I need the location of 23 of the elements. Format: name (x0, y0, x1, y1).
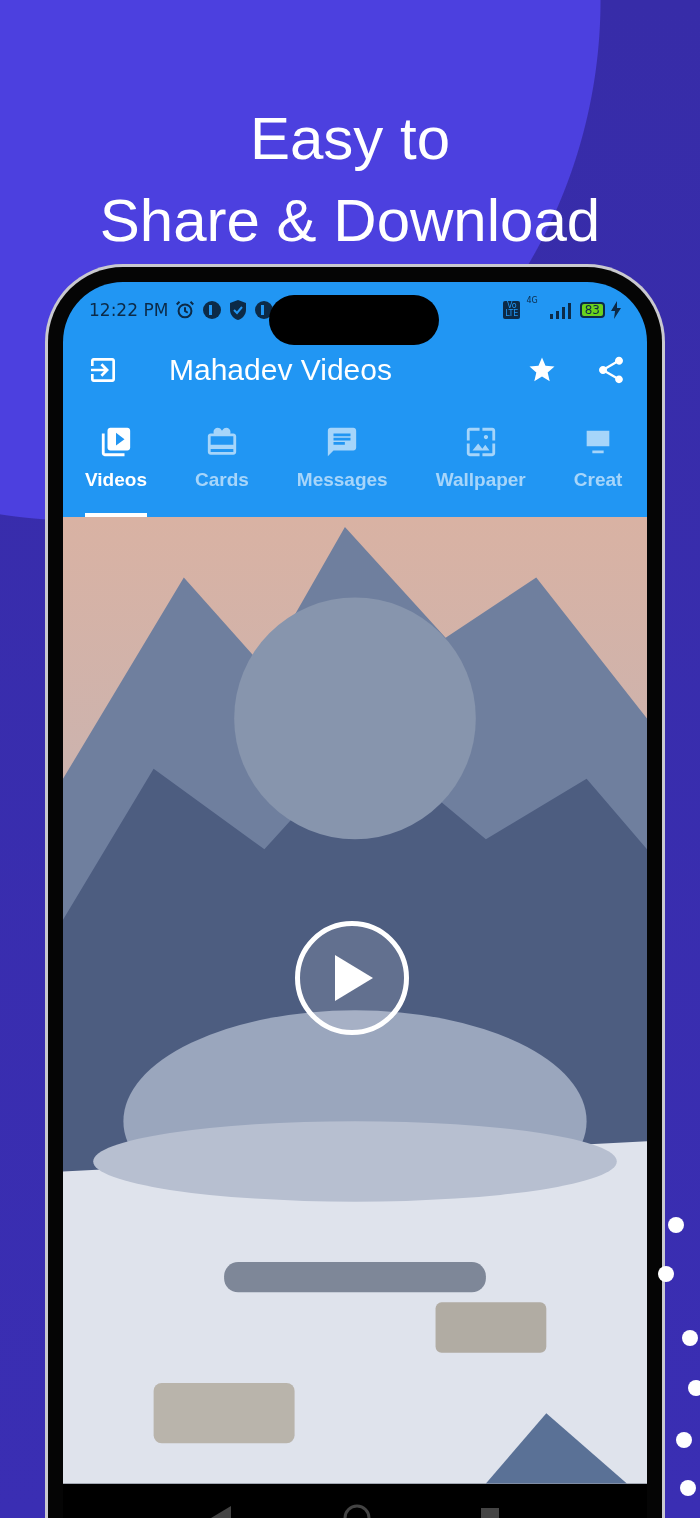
decor-dot (658, 1266, 674, 1282)
status-time: 12:22 PM (89, 299, 169, 320)
decor-dot (668, 1217, 684, 1233)
alarm-icon (174, 298, 197, 321)
back-icon[interactable] (211, 1504, 233, 1518)
app-title: Mahadev Videos (169, 352, 393, 387)
volte-badge: Vo LTE (503, 300, 521, 319)
shield-check-icon (228, 298, 249, 321)
headline-text: Easy to (249, 104, 451, 174)
decor-dot (680, 1480, 696, 1496)
headline-text: Share & Download (99, 186, 601, 256)
battery-level: 83 (579, 301, 605, 318)
decor-dot (676, 1432, 692, 1448)
app-icon (254, 299, 275, 320)
network-type: 4G (526, 296, 538, 306)
home-icon[interactable] (343, 1504, 371, 1518)
tab[interactable]: Messages (296, 425, 388, 518)
decor-dot (688, 1380, 700, 1396)
tab[interactable]: Wallpaper (435, 425, 526, 518)
decor-dot (682, 1330, 698, 1346)
tab[interactable]: Creat (573, 425, 623, 518)
tab[interactable]: Cards (194, 425, 249, 518)
app-icon (202, 299, 223, 320)
